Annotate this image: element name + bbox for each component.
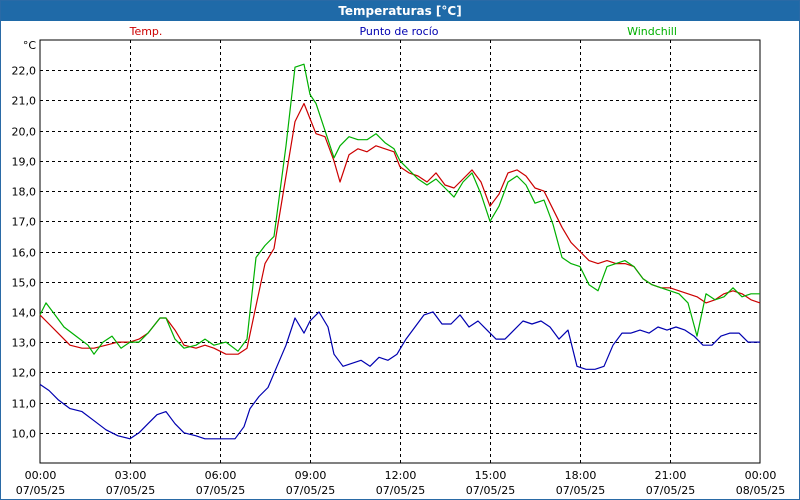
x-tick-date: 07/05/25 xyxy=(196,484,245,497)
legend-entry-3: Windchill xyxy=(627,25,677,38)
x-tick-time: 03:00 xyxy=(115,469,147,482)
y-tick-label: 15,0 xyxy=(12,277,37,290)
x-tick-date: 07/05/25 xyxy=(646,484,695,497)
x-tick-time: 00:00 xyxy=(745,469,777,482)
x-tick-date: 07/05/25 xyxy=(16,484,65,497)
y-tick-label: 16,0 xyxy=(12,247,37,260)
legend-layer: Temp. Punto de rocío Windchill xyxy=(129,25,677,38)
legend-entry-2: Punto de rocío xyxy=(359,25,438,38)
y-tick-label: 18,0 xyxy=(12,186,37,199)
temperature-chart: 10,0 11,0 12,0 13,0 14,0 15,0 16,0 17,0 18,0 19,0… xyxy=(12,25,786,497)
y-unit-label: °C xyxy=(23,39,37,52)
axis-layer: 10,0 11,0 12,0 13,0 14,0 15,0 16,0 17,0 18,0 19,0… xyxy=(12,39,786,497)
y-tick-label: 22,0 xyxy=(12,65,37,78)
grid-layer xyxy=(40,40,760,463)
x-tick-time: 12:00 xyxy=(385,469,417,482)
x-tick-time: 18:00 xyxy=(565,469,597,482)
y-tick-label: 20,0 xyxy=(12,126,37,139)
y-tick-label: 12,0 xyxy=(12,367,37,380)
x-tick-time: 06:00 xyxy=(205,469,237,482)
x-tick-date: 07/05/25 xyxy=(376,484,425,497)
y-tick-label: 19,0 xyxy=(12,156,37,169)
x-tick-date: 07/05/25 xyxy=(286,484,335,497)
x-tick-date: 08/05/25 xyxy=(736,484,785,497)
x-tick-date: 07/05/25 xyxy=(106,484,155,497)
x-tick-time: 09:00 xyxy=(295,469,327,482)
y-tick-label: 21,0 xyxy=(12,95,37,108)
x-tick-time: 21:00 xyxy=(655,469,687,482)
x-tick-date: 07/05/25 xyxy=(466,484,515,497)
x-tick-date: 07/05/25 xyxy=(556,484,605,497)
y-tick-label: 14,0 xyxy=(12,307,37,320)
y-tick-label: 10,0 xyxy=(12,428,37,441)
y-tick-label: 11,0 xyxy=(12,398,37,411)
y-tick-label: 17,0 xyxy=(12,216,37,229)
legend-entry-1: Temp. xyxy=(129,25,163,38)
x-tick-time: 00:00 xyxy=(25,469,57,482)
x-tick-time: 15:00 xyxy=(475,469,507,482)
y-tick-label: 13,0 xyxy=(12,337,37,350)
